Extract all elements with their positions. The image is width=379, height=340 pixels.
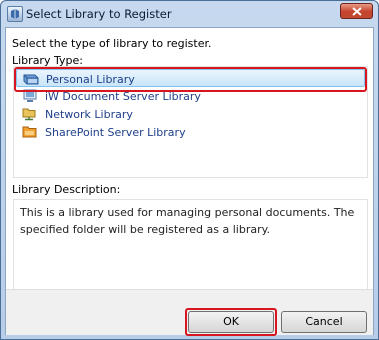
close-icon	[352, 7, 362, 16]
cancel-button[interactable]: Cancel	[281, 311, 367, 333]
list-item-label: iW Document Server Library	[45, 90, 201, 103]
library-type-list[interactable]: Personal Library iW Document Server Libr…	[13, 66, 368, 178]
dialog-window: Select Library to Register Select the ty…	[0, 0, 379, 340]
library-description-label: Library Description:	[12, 183, 121, 196]
prompt-text: Select the type of library to register.	[12, 37, 212, 50]
window-title: Select Library to Register	[26, 7, 172, 21]
list-item-label: SharePoint Server Library	[45, 126, 186, 139]
list-item-document-server-library[interactable]: iW Document Server Library	[16, 87, 365, 105]
list-item-network-library[interactable]: Network Library	[16, 105, 365, 123]
library-description-text: This is a library used for managing pers…	[20, 206, 355, 236]
sharepoint-library-icon	[22, 125, 38, 142]
document-server-icon	[22, 89, 38, 106]
dialog-body: Select the type of library to register. …	[5, 27, 374, 336]
app-icon	[7, 6, 23, 22]
list-item-label: Network Library	[45, 108, 133, 121]
list-item-personal-library[interactable]: Personal Library	[16, 69, 365, 87]
network-library-icon	[22, 107, 38, 124]
close-button[interactable]	[340, 3, 373, 19]
ok-button[interactable]: OK	[188, 311, 274, 333]
title-bar[interactable]: Select Library to Register	[1, 1, 378, 27]
list-item-label: Personal Library	[46, 73, 135, 86]
list-item-sharepoint-library[interactable]: SharePoint Server Library	[16, 123, 365, 141]
